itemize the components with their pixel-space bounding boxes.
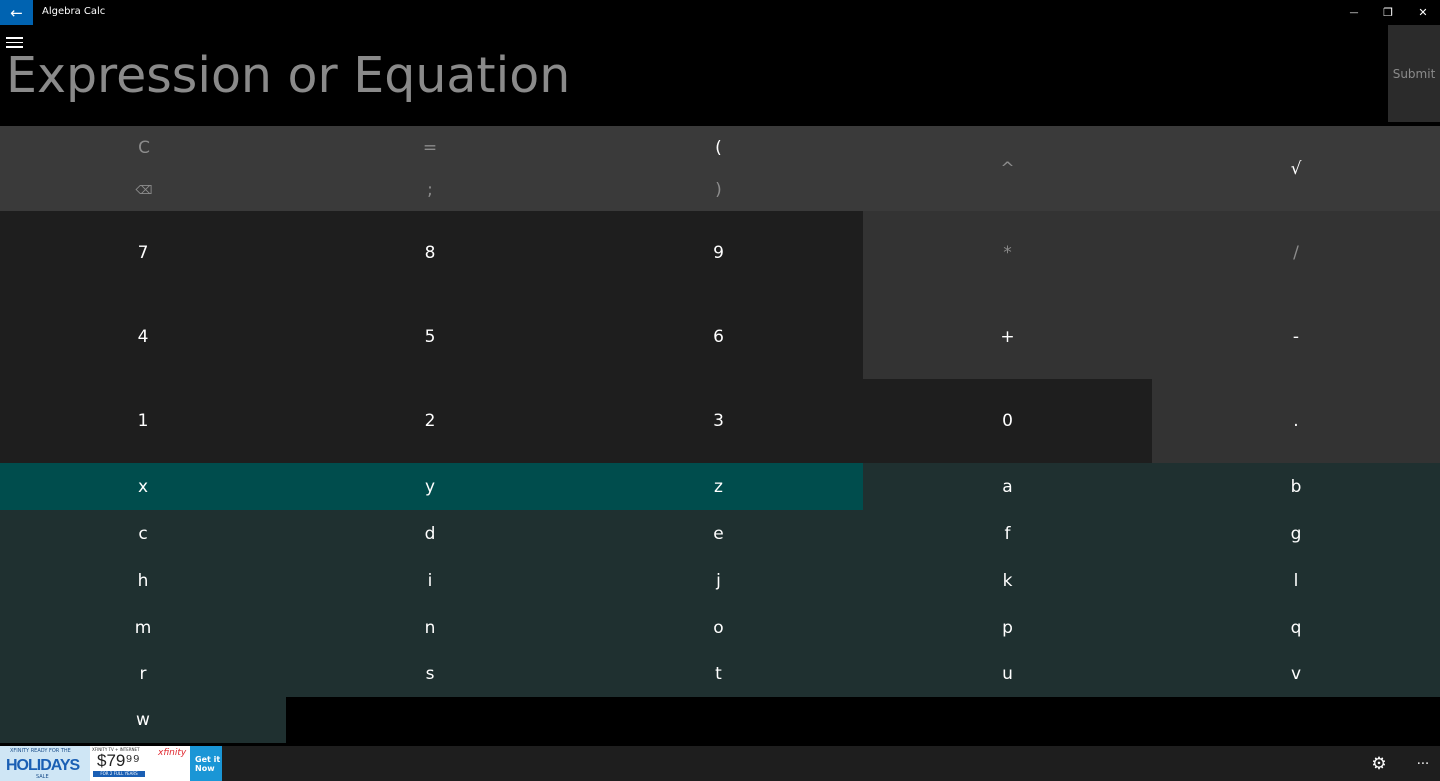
minimize-button[interactable]: —	[1337, 0, 1371, 25]
key-n[interactable]: n	[286, 604, 574, 651]
ad-offer-band: FOR 2 FULL YEARS	[93, 771, 145, 777]
key-3[interactable]: 3	[574, 379, 863, 463]
key-c[interactable]: c	[0, 510, 286, 557]
key-0[interactable]: 0	[863, 379, 1152, 463]
expression-input[interactable]	[6, 40, 1376, 110]
ad-banner[interactable]: XFINITY READY FOR THE HOLIDAYS SALE XFIN…	[0, 746, 222, 781]
key-2[interactable]: 2	[286, 379, 574, 463]
key-j[interactable]: j	[574, 557, 863, 604]
back-button[interactable]: ←	[0, 0, 33, 25]
key-h[interactable]: h	[0, 557, 286, 604]
key-g[interactable]: g	[1152, 510, 1440, 557]
ad-cta-button[interactable]: Get it Now	[190, 746, 222, 781]
more-options-icon[interactable]: ···	[1412, 754, 1434, 774]
close-button[interactable]: ✕	[1406, 0, 1440, 25]
plus-key[interactable]: +	[863, 295, 1152, 379]
key-x[interactable]: x	[0, 463, 286, 510]
decimal-point-key[interactable]: .	[1152, 379, 1440, 463]
key-m[interactable]: m	[0, 604, 286, 651]
key-8[interactable]: 8	[286, 211, 574, 295]
key-f[interactable]: f	[863, 510, 1152, 557]
open-paren-key[interactable]: (	[574, 126, 863, 169]
key-i[interactable]: i	[286, 557, 574, 604]
equals-key[interactable]: =	[286, 126, 574, 169]
key-k[interactable]: k	[863, 557, 1152, 604]
ad-sale-text: SALE	[36, 774, 49, 780]
close-icon: ✕	[1418, 6, 1428, 19]
key-5[interactable]: 5	[286, 295, 574, 379]
minus-key[interactable]: -	[1152, 295, 1440, 379]
multiply-key[interactable]: *	[863, 211, 1152, 295]
close-paren-key[interactable]: )	[574, 169, 863, 211]
key-o[interactable]: o	[574, 604, 863, 651]
semicolon-key[interactable]: ;	[286, 169, 574, 211]
key-u[interactable]: u	[863, 651, 1152, 697]
back-arrow-icon: ←	[10, 3, 23, 22]
key-e[interactable]: e	[574, 510, 863, 557]
minimize-icon: —	[1349, 7, 1359, 18]
ad-price-panel: XFINITY TV + INTERNET $79⁹⁹ FOR 2 FULL Y…	[90, 746, 148, 781]
backspace-key[interactable]: ⌫	[0, 169, 288, 211]
key-v[interactable]: v	[1152, 651, 1440, 697]
backspace-icon: ⌫	[135, 183, 153, 197]
caret-key[interactable]: ^	[863, 126, 1152, 211]
key-p[interactable]: p	[863, 604, 1152, 651]
key-d[interactable]: d	[286, 510, 574, 557]
ad-brand-panel: xfinity	[148, 746, 190, 781]
ad-price: $79⁹⁹	[97, 751, 140, 770]
key-1[interactable]: 1	[0, 379, 286, 463]
ad-small-text: XFINITY READY FOR THE	[10, 748, 71, 754]
key-b[interactable]: b	[1152, 463, 1440, 510]
app-title: Algebra Calc	[42, 6, 106, 17]
key-q[interactable]: q	[1152, 604, 1440, 651]
submit-button[interactable]: Submit	[1388, 25, 1440, 122]
restore-icon: ❐	[1383, 6, 1393, 19]
divide-key[interactable]: /	[1152, 211, 1440, 295]
ad-holidays-panel: XFINITY READY FOR THE HOLIDAYS SALE	[0, 746, 90, 781]
key-l[interactable]: l	[1152, 557, 1440, 604]
key-4[interactable]: 4	[0, 295, 286, 379]
restore-button[interactable]: ❐	[1371, 0, 1405, 25]
key-a[interactable]: a	[863, 463, 1152, 510]
ad-headline: HOLIDAYS	[6, 757, 80, 774]
title-bar: ← Algebra Calc — ❐ ✕	[0, 0, 1440, 25]
clear-key[interactable]: C	[0, 126, 288, 169]
settings-gear-icon[interactable]: ⚙	[1369, 754, 1389, 774]
key-t[interactable]: t	[574, 651, 863, 697]
key-z[interactable]: z	[574, 463, 863, 510]
key-w[interactable]: w	[0, 697, 286, 743]
ad-cta-label: Get it Now	[195, 755, 221, 773]
ad-brand-logo: xfinity	[158, 748, 187, 758]
key-y[interactable]: y	[286, 463, 574, 510]
key-6[interactable]: 6	[574, 295, 863, 379]
key-r[interactable]: r	[0, 651, 286, 697]
key-s[interactable]: s	[286, 651, 574, 697]
key-7[interactable]: 7	[0, 211, 286, 295]
sqrt-key[interactable]: √	[1152, 126, 1440, 211]
key-9[interactable]: 9	[574, 211, 863, 295]
